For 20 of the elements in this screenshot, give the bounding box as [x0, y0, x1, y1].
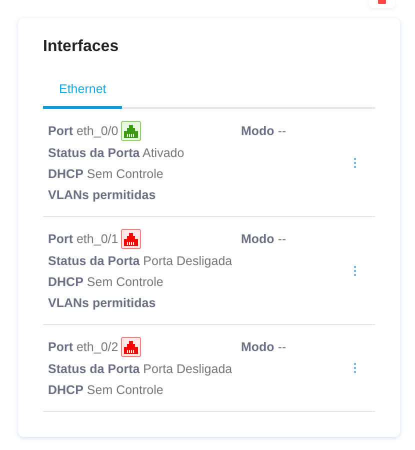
dhcp-text: DHCP Sem Controle [48, 274, 164, 291]
port-text: Port eth_0/1 [48, 230, 118, 248]
port-text: Port eth_0/2 [48, 338, 118, 356]
dhcp-text: DHCP Sem Controle [48, 382, 164, 399]
toolbar-button[interactable] [369, 0, 395, 8]
vlans-text: VLANs permitidas [48, 295, 157, 312]
more-menu-icon[interactable] [353, 362, 357, 374]
port-text: Port eth_0/0 [48, 122, 118, 140]
more-menu-icon[interactable] [353, 156, 357, 168]
more-menu-icon[interactable] [353, 264, 357, 276]
status-text: Status da Porta Ativado [48, 145, 186, 162]
mode-text: Modo -- [241, 230, 286, 248]
mode-text: Modo -- [241, 122, 286, 140]
dhcp-text: DHCP Sem Controle [48, 166, 164, 183]
mode-text: Modo -- [241, 338, 286, 356]
tab[interactable]: Ethernet [43, 76, 122, 109]
status-text: Status da Porta Porta Desligada [48, 253, 234, 270]
vlans-text: VLANs permitidas [48, 187, 157, 204]
status-text: Status da Porta Porta Desligada [48, 361, 234, 378]
card-title: Interfaces [43, 38, 120, 56]
